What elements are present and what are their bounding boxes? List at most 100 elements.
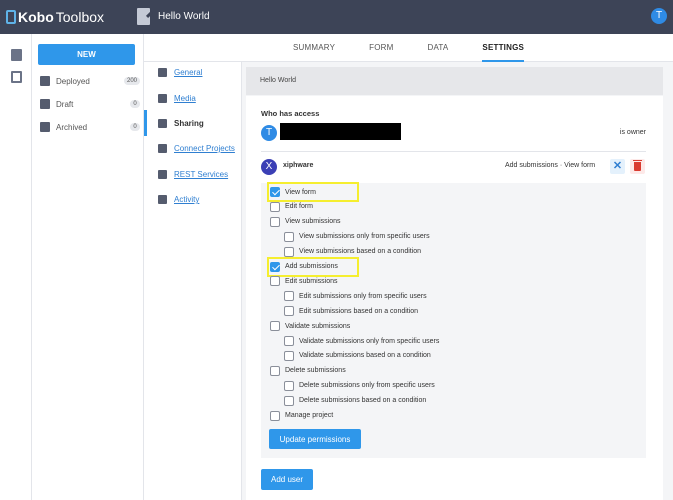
settings-nav: General Media Sharing Connect Projects R… — [144, 62, 242, 500]
form-edit-icon — [137, 8, 150, 25]
permission-add-submissions[interactable]: Add submissions — [270, 261, 338, 272]
nav-label: Sharing — [174, 119, 204, 128]
divider — [261, 151, 646, 152]
rocket-icon — [40, 76, 50, 86]
nav-general[interactable]: General — [158, 68, 202, 77]
nav-rest-services[interactable]: REST Services — [158, 170, 228, 179]
permission-delete-submissions-based-on-a-condition[interactable]: Delete submissions based on a condition — [284, 395, 427, 406]
sidebar-item-deployed[interactable]: Deployed 200 — [40, 74, 140, 88]
tab-settings[interactable]: SETTINGS — [482, 34, 525, 62]
user-row: X xiphware Add submissions · View form ✕ — [261, 157, 646, 177]
permission-view-submissions[interactable]: View submissions — [270, 216, 341, 227]
sidebar-item-label: Deployed — [56, 76, 90, 86]
permission-manage-project[interactable]: Manage project — [270, 410, 334, 421]
checkbox[interactable] — [284, 291, 294, 302]
activity-icon — [158, 195, 167, 204]
owner-row: T is owner — [261, 123, 646, 143]
permission-view-submissions-based-on-a-condition[interactable]: View submissions based on a condition — [284, 246, 422, 257]
permission-view-submissions-only-from-specific-users[interactable]: View submissions only from specific user… — [284, 231, 430, 242]
user-avatar[interactable]: T — [651, 8, 667, 24]
checkbox[interactable] — [270, 261, 280, 272]
count-badge: 200 — [123, 77, 140, 85]
nav-label: General — [174, 68, 203, 77]
sharing-panel: Who has access T is owner X xiphware Add… — [246, 96, 663, 500]
checkbox[interactable] — [284, 246, 294, 257]
permission-label: View submissions based on a condition — [299, 248, 422, 256]
add-person-icon — [158, 119, 167, 128]
sidebar: NEW Deployed 200 Draft 0 Archived 0 — [32, 34, 144, 500]
active-nav-indicator — [144, 110, 147, 136]
permission-edit-submissions-based-on-a-condition[interactable]: Edit submissions based on a condition — [284, 306, 418, 317]
sidebar-item-label: Draft — [56, 99, 74, 109]
permission-label: Edit submissions — [285, 277, 338, 285]
sidebar-item-draft[interactable]: Draft 0 — [40, 97, 140, 111]
checkbox[interactable] — [270, 201, 280, 212]
checkbox[interactable] — [284, 350, 294, 361]
permission-validate-submissions[interactable]: Validate submissions — [270, 321, 351, 332]
tab-summary[interactable]: SUMMARY — [293, 34, 335, 62]
permission-validate-submissions-based-on-a-condition[interactable]: Validate submissions based on a conditio… — [284, 350, 431, 361]
general-icon — [158, 68, 167, 77]
permission-label: Delete submissions based on a condition — [299, 397, 427, 405]
permission-edit-submissions-only-from-specific-users[interactable]: Edit submissions only from specific user… — [284, 291, 427, 302]
kobo-logo-icon — [6, 10, 16, 24]
permission-label: Manage project — [285, 412, 334, 419]
trash-icon — [633, 160, 642, 171]
nav-sharing[interactable]: Sharing — [158, 119, 204, 128]
library-icon[interactable] — [11, 71, 22, 83]
close-edit-button[interactable]: ✕ — [610, 159, 625, 174]
permission-label: Delete submissions only from specific us… — [299, 382, 435, 390]
icon-rail — [0, 34, 32, 500]
permission-edit-form[interactable]: Edit form — [270, 201, 314, 212]
tab-data[interactable]: DATA — [427, 34, 448, 62]
permission-validate-submissions-only-from-specific-users[interactable]: Validate submissions only from specific … — [284, 336, 439, 346]
nav-label: Activity — [174, 195, 200, 204]
projects-icon[interactable] — [11, 49, 22, 61]
permission-view-form[interactable]: View form — [270, 187, 316, 197]
nav-media[interactable]: Media — [158, 94, 196, 103]
user-avatar-x: X — [261, 159, 277, 175]
logo-text-toolbox: Toolbox — [55, 9, 105, 25]
remove-user-button[interactable] — [630, 159, 645, 174]
permission-label: View submissions — [285, 218, 341, 226]
permission-label: Edit submissions only from specific user… — [299, 292, 427, 300]
close-icon: ✕ — [612, 160, 623, 172]
permission-edit-submissions[interactable]: Edit submissions — [270, 276, 338, 287]
checkbox[interactable] — [270, 321, 280, 332]
kobotoolbox-logo[interactable]: Kobo Toolbox — [6, 9, 104, 25]
archive-icon — [40, 122, 50, 132]
permission-label: View submissions only from specific user… — [299, 233, 430, 241]
sharing-content: Hello World Who has access T is owner X … — [242, 62, 673, 500]
project-tabs: SUMMARY FORM DATA SETTINGS — [144, 34, 673, 62]
permission-label: View form — [285, 188, 316, 196]
sidebar-item-archived[interactable]: Archived 0 — [40, 120, 140, 134]
checkbox[interactable] — [270, 365, 280, 376]
checkbox[interactable] — [270, 187, 280, 197]
owner-avatar: T — [261, 125, 277, 141]
add-user-button[interactable]: Add user — [261, 469, 313, 490]
permission-label: Validate submissions — [285, 322, 351, 330]
nav-label: REST Services — [174, 170, 229, 179]
link-icon — [158, 144, 167, 153]
checkbox[interactable] — [284, 395, 294, 406]
draft-icon — [40, 99, 50, 109]
redacted-owner-name — [280, 123, 401, 140]
checkbox[interactable] — [284, 231, 294, 242]
checkbox[interactable] — [284, 380, 294, 391]
checkbox[interactable] — [270, 276, 280, 287]
user-name: xiphware — [283, 162, 314, 169]
tab-form[interactable]: FORM — [369, 34, 393, 62]
permission-label: Edit form — [285, 203, 314, 211]
permission-delete-submissions-only-from-specific-users[interactable]: Delete submissions only from specific us… — [284, 380, 435, 391]
checkbox[interactable] — [284, 306, 294, 317]
checkbox[interactable] — [270, 216, 280, 227]
checkbox[interactable] — [284, 336, 294, 346]
permission-delete-submissions[interactable]: Delete submissions — [270, 365, 346, 376]
new-button[interactable]: NEW — [38, 44, 135, 65]
permission-label: Validate submissions only from specific … — [299, 337, 440, 345]
nav-activity[interactable]: Activity — [158, 195, 199, 204]
update-permissions-button[interactable]: Update permissions — [269, 429, 361, 449]
permission-label: Validate submissions based on a conditio… — [299, 352, 431, 360]
checkbox[interactable] — [270, 410, 280, 421]
nav-connect-projects[interactable]: Connect Projects — [158, 144, 235, 153]
